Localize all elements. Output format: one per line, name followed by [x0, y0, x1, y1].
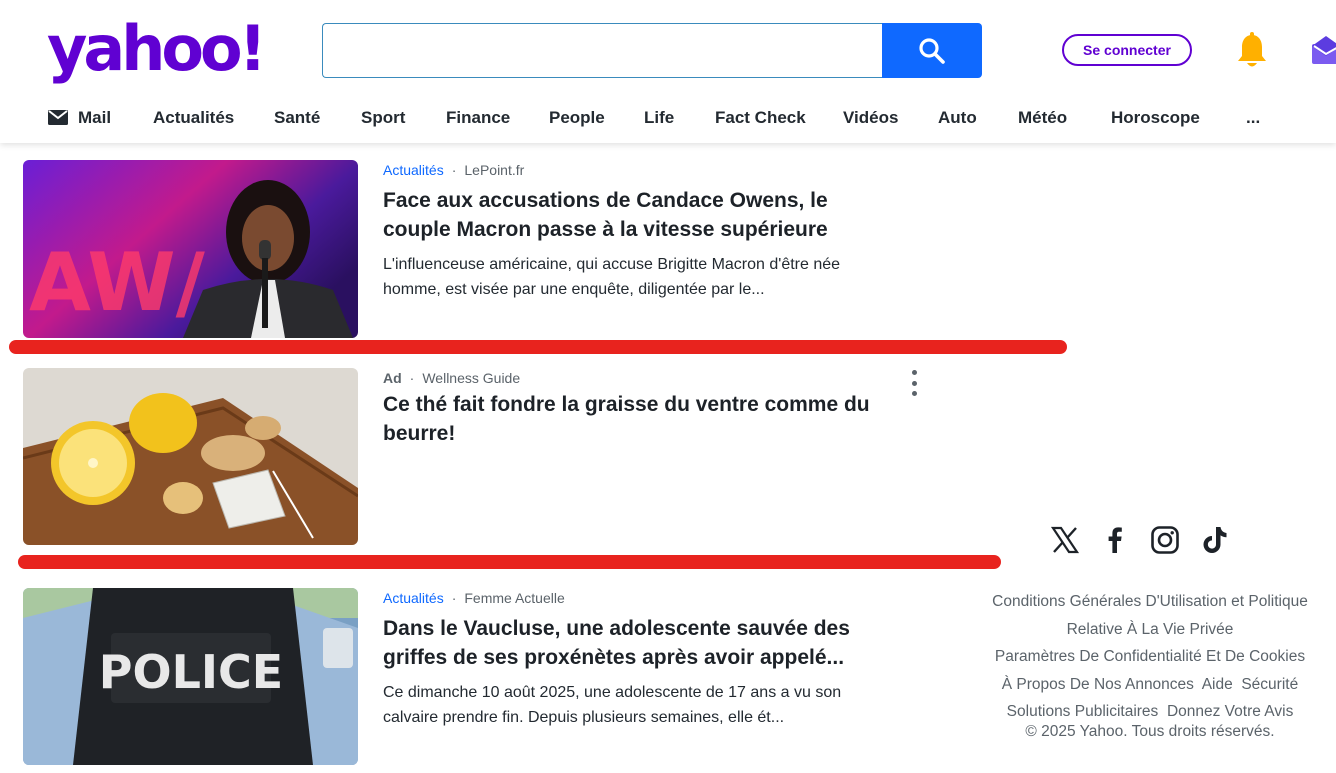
- story-title[interactable]: Dans le Vaucluse, une adolescente sauvée…: [383, 614, 883, 672]
- footer-links: Conditions Générales D'Utilisation et Po…: [964, 588, 1336, 726]
- footer-link-ad-solutions[interactable]: Solutions Publicitaires: [1007, 703, 1159, 720]
- site-header: yahoo! Se connecter Mail Actualités Sant…: [0, 0, 1336, 143]
- nav-item-horoscope[interactable]: Horoscope: [1111, 108, 1200, 128]
- nav-item-auto[interactable]: Auto: [938, 108, 977, 128]
- nav-item-mail[interactable]: Mail: [48, 108, 111, 128]
- nav-item-label: Mail: [78, 108, 112, 127]
- nav-item-fact-check[interactable]: Fact Check: [715, 108, 806, 128]
- story-thumbnail[interactable]: AW/: [23, 160, 358, 338]
- footer-link-help[interactable]: Aide: [1202, 676, 1233, 693]
- tiktok-icon[interactable]: [1199, 524, 1231, 556]
- highlight-line: [18, 555, 1001, 569]
- story-summary: Ce dimanche 10 août 2025, une adolescent…: [383, 684, 842, 726]
- story-meta: Actualités · LePoint.fr: [383, 162, 525, 178]
- story-meta: Actualités · Femme Actuelle: [383, 590, 565, 606]
- nav-item-finance[interactable]: Finance: [446, 108, 510, 128]
- story-source: LePoint.fr: [464, 162, 525, 178]
- nav-item-actualites[interactable]: Actualités: [153, 108, 234, 128]
- highlight-line: [9, 340, 1067, 354]
- ad-source: Wellness Guide: [422, 370, 521, 386]
- story-category-link[interactable]: Actualités: [383, 162, 444, 178]
- ad-label: Ad: [383, 370, 402, 386]
- footer-link-terms-privacy[interactable]: Conditions Générales D'Utilisation et Po…: [975, 588, 1325, 643]
- footer-link-feedback[interactable]: Donnez Votre Avis: [1167, 703, 1293, 720]
- nav-item-sante[interactable]: Santé: [274, 108, 320, 128]
- nav-item-life[interactable]: Life: [644, 108, 674, 128]
- search-box: [322, 23, 883, 78]
- mail-envelope-icon[interactable]: [1311, 34, 1336, 68]
- facebook-icon[interactable]: [1099, 524, 1131, 556]
- search-button[interactable]: [882, 23, 982, 78]
- story-title[interactable]: Face aux accusations de Candace Owens, l…: [383, 186, 883, 244]
- nav-more-button[interactable]: ...: [1246, 108, 1260, 128]
- search-icon: [919, 37, 945, 64]
- ad-thumbnail[interactable]: [23, 368, 358, 545]
- svg-text:AW/: AW/: [29, 236, 206, 329]
- footer-link-privacy-settings[interactable]: Paramètres De Confidentialité Et De Cook…: [995, 648, 1305, 665]
- search-input[interactable]: [323, 24, 883, 77]
- x-icon[interactable]: [1049, 524, 1081, 556]
- signin-button[interactable]: Se connecter: [1062, 34, 1192, 66]
- nav-item-sport[interactable]: Sport: [361, 108, 405, 128]
- main-nav: Mail Actualités Santé Sport Finance Peop…: [0, 98, 1336, 140]
- ad-options-icon[interactable]: [908, 370, 920, 396]
- nav-item-meteo[interactable]: Météo: [1018, 108, 1067, 128]
- ad-title[interactable]: Ce thé fait fondre la graisse du ventre …: [383, 390, 903, 448]
- footer-link-about-ads[interactable]: À Propos De Nos Annonces: [1002, 676, 1194, 693]
- nav-item-videos[interactable]: Vidéos: [843, 108, 898, 128]
- story-category-link[interactable]: Actualités: [383, 590, 444, 606]
- story-summary: L'influenceuse américaine, qui accuse Br…: [383, 256, 841, 298]
- notifications-bell-icon[interactable]: [1234, 32, 1270, 72]
- yahoo-logo[interactable]: yahoo!: [47, 18, 267, 80]
- ad-meta: Ad · Wellness Guide: [383, 370, 521, 386]
- copyright-text: © 2025 Yahoo. Tous droits réservés.: [1025, 723, 1275, 740]
- police-patch-text: POLICE: [99, 645, 283, 699]
- story-source: Femme Actuelle: [464, 590, 565, 606]
- nav-item-people[interactable]: People: [549, 108, 605, 128]
- mail-icon: [48, 110, 68, 126]
- instagram-icon[interactable]: [1149, 524, 1181, 556]
- footer-link-security[interactable]: Sécurité: [1241, 676, 1298, 693]
- story-thumbnail[interactable]: POLICE: [23, 588, 358, 765]
